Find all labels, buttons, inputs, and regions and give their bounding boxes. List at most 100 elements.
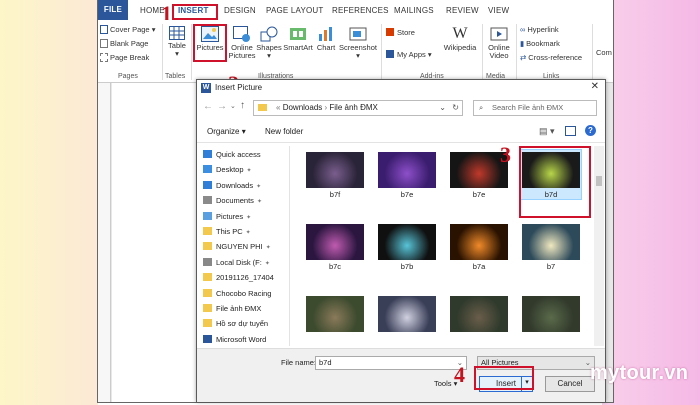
nav-item-label: Hồ sơ dự tuyển [216, 319, 269, 329]
nav-item[interactable]: This PC ✦ [203, 227, 251, 236]
image-thumbnail [450, 296, 508, 332]
file-name-input[interactable]: b7d ⌄ [315, 356, 467, 370]
nav-item[interactable]: Local Disk (F: ✦ [203, 257, 270, 267]
nav-item[interactable]: 20191126_17404 [203, 273, 274, 282]
image-file-item[interactable]: b7c [305, 222, 365, 271]
search-input[interactable]: ⌕ Search File ảnh ĐMX [473, 100, 597, 116]
store-icon [386, 28, 394, 36]
back-arrow-icon[interactable]: ← [203, 101, 213, 112]
wikipedia-label: Wikipedia [443, 43, 477, 52]
image-file-name: b7a [472, 262, 486, 271]
up-arrow-icon[interactable]: ↑ [240, 100, 245, 111]
chart-button[interactable]: Chart [314, 26, 338, 52]
nav-item[interactable]: Chocobo Racing [203, 288, 271, 298]
table-button[interactable]: Table ▾ [164, 26, 190, 58]
refresh-icon[interactable]: ↻ [452, 101, 459, 115]
breadcrumb-current-folder[interactable]: File ảnh ĐMX [329, 103, 377, 112]
image-file-name: b7e [400, 190, 414, 199]
forward-arrow-icon[interactable]: → [217, 101, 227, 112]
folder-icon [203, 304, 212, 312]
cancel-button[interactable]: Cancel [545, 376, 595, 392]
image-file-item[interactable]: b7b [377, 222, 437, 271]
hyperlink-button[interactable]: ∞ Hyperlink [520, 25, 559, 34]
image-file-item[interactable]: b7f [305, 150, 365, 199]
nav-item[interactable]: Desktop ✦ [203, 165, 252, 174]
group-separator [516, 24, 517, 80]
file-grid-scrollbar[interactable] [594, 146, 604, 346]
nav-item[interactable]: Quick access [203, 150, 261, 159]
image-file-item[interactable] [305, 294, 365, 334]
pin-icon: ✦ [256, 183, 262, 190]
page-break-button[interactable]: Page Break [100, 53, 149, 62]
tab-file[interactable]: FILE [98, 0, 128, 20]
image-file-item[interactable]: b7e [377, 150, 437, 199]
image-file-item[interactable] [521, 294, 581, 334]
address-dropdown-icon[interactable]: ⌄ [439, 101, 446, 115]
tab-references[interactable]: REFERENCES [332, 6, 389, 15]
nav-item-label: This PC [216, 227, 243, 236]
cover-page-button[interactable]: Cover Page ▾ [100, 25, 155, 34]
nav-item[interactable]: Downloads ✦ [203, 180, 262, 190]
smartart-label: SmartArt [283, 43, 313, 52]
chart-icon [319, 27, 332, 41]
cross-reference-button[interactable]: ⇄ Cross-reference [520, 53, 582, 62]
tab-design[interactable]: DESIGN [224, 6, 256, 15]
nav-item[interactable]: File ảnh ĐMX [203, 304, 261, 313]
watermark-logo: mytour.vn [590, 362, 698, 396]
help-icon[interactable]: ? [585, 125, 596, 136]
vertical-ruler [98, 83, 111, 402]
breadcrumb-downloads[interactable]: Downloads [283, 103, 323, 112]
image-thumbnail [378, 152, 436, 188]
recent-dropdown-icon[interactable]: ⌄ [230, 102, 236, 110]
image-file-item[interactable]: b7a [449, 222, 509, 271]
hyperlink-icon: ∞ [520, 25, 526, 34]
smartart-button[interactable]: SmartArt [282, 26, 314, 52]
nav-item-label: Documents [216, 196, 254, 206]
close-icon[interactable]: ✕ [591, 81, 599, 92]
file-name-label: File name: [281, 358, 317, 367]
shapes-label: Shapes [256, 43, 282, 52]
video-icon [490, 27, 508, 41]
step-4-label: 4 [454, 362, 465, 387]
nav-item[interactable]: Microsoft Word [203, 334, 266, 344]
folder-icon [203, 227, 212, 235]
tab-mailings[interactable]: MAILINGS [394, 6, 434, 15]
shapes-button[interactable]: Shapes ▾ [256, 26, 282, 60]
preview-pane-icon[interactable] [565, 126, 576, 136]
highlight-pictures-button [193, 24, 227, 62]
bookmark-button[interactable]: ▮ Bookmark [520, 39, 560, 48]
scrollbar-thumb[interactable] [596, 176, 602, 186]
my-apps-button[interactable]: My Apps ▾ [386, 50, 432, 59]
nav-item[interactable]: Documents ✦ [203, 196, 262, 205]
address-bar[interactable]: « Downloads › File ảnh ĐMX ⌄ ↻ [253, 100, 463, 116]
image-file-name: b7e [472, 190, 486, 199]
image-file-item[interactable]: b7 [521, 222, 581, 271]
blank-page-label: Blank Page [110, 39, 149, 48]
online-video-button[interactable]: Online Video [484, 26, 514, 60]
organize-button[interactable]: Organize ▾ [207, 127, 246, 136]
tab-review[interactable]: REVIEW [446, 6, 479, 15]
screenshot-icon [349, 27, 367, 41]
comment-button[interactable]: Com [596, 48, 612, 57]
store-button[interactable]: Store [386, 28, 415, 37]
image-file-item[interactable] [449, 294, 509, 334]
nav-item[interactable]: Hồ sơ dự tuyển [203, 319, 268, 328]
pin-icon: ✦ [265, 245, 271, 252]
breadcrumb-chevron-icon: « [276, 103, 281, 112]
wikipedia-button[interactable]: W Wikipedia [442, 26, 478, 52]
view-options-icon[interactable]: ▤ ▾ [539, 126, 555, 137]
screenshot-button[interactable]: Screenshot ▾ [338, 26, 378, 60]
dialog-footer: File name: b7d ⌄ All Pictures ⌄ Tools ▾ … [197, 348, 605, 402]
pin-icon: ✦ [246, 214, 252, 221]
highlight-insert-tab [172, 4, 218, 20]
tab-view[interactable]: VIEW [488, 6, 509, 15]
online-pictures-button[interactable]: Online Pictures [228, 26, 256, 60]
new-folder-button[interactable]: New folder [265, 127, 303, 136]
image-file-item[interactable] [377, 294, 437, 334]
document-icon [203, 196, 212, 205]
tab-page-layout[interactable]: PAGE LAYOUT [266, 6, 323, 15]
nav-item[interactable]: Pictures ✦ [203, 211, 252, 221]
image-thumbnail [450, 224, 508, 260]
blank-page-button[interactable]: Blank Page [100, 39, 148, 48]
nav-item[interactable]: NGUYEN PHI ✦ [203, 242, 271, 251]
